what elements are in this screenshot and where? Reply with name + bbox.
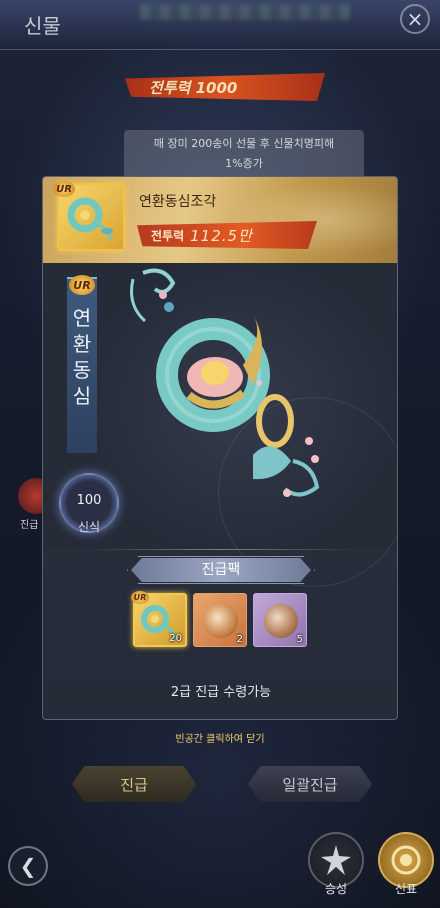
back-button[interactable]: ❮ [8, 846, 48, 886]
back-arrow-icon: ❮ [19, 854, 37, 878]
orange-coin-icon [204, 604, 238, 638]
ticket-label: 신표 [394, 882, 418, 896]
reward-item-fragment[interactable]: UR 20 [131, 591, 187, 647]
reward-count: 5 [296, 634, 303, 645]
level-number: 100 [76, 493, 102, 508]
close-icon: × [406, 7, 424, 31]
side-icon-label: 진급 [20, 520, 39, 531]
vertical-title: 연환동심 [72, 306, 92, 408]
reward-list: UR 20 2 5 [131, 591, 307, 647]
power-label: 전투력 [151, 228, 185, 243]
blurred-username [140, 4, 350, 20]
purple-coin-icon [264, 604, 298, 638]
info-box: 매 장미 200송이 선물 후 신물치명피해 1%증가 [124, 130, 364, 182]
close-button[interactable]: × [400, 4, 430, 34]
star-burst-icon [321, 845, 351, 875]
advance-button[interactable]: 진급 [72, 766, 196, 802]
awaken-label: 승성 [324, 882, 348, 896]
item-name: 연환동심조각 [139, 194, 217, 210]
bulk-advance-button[interactable]: 일괄진급 [248, 766, 372, 802]
ur-rarity-badge: UR [53, 181, 75, 197]
info-text-line2: 1%증가 [225, 157, 263, 170]
item-power-tag: 전투력 112.5만 [137, 221, 317, 249]
emblem-icon [391, 845, 421, 875]
power-value: 112.5만 [190, 226, 253, 245]
close-hint: 빈공간 클릭하여 닫기 [175, 734, 265, 745]
item-detail-modal: UR 연환동심조각 전투력 112.5만 UR 연환동심 100 신식 진급팩 [42, 176, 398, 720]
banner-ur-badge: UR [69, 275, 95, 295]
level-label: 신식 [77, 520, 101, 534]
jade-ring-artifact-icon [130, 268, 320, 497]
section-divider [83, 549, 359, 550]
info-text-line1: 매 장미 200송이 선물 후 신물치명피해 [153, 137, 335, 150]
reward-item-purple-coin[interactable]: 5 [253, 593, 307, 647]
reward-item-orange-coin[interactable]: 2 [193, 593, 247, 647]
claimable-text: 2급 진급 수령가능 [170, 685, 272, 700]
pack-title: 진급팩 [131, 558, 311, 582]
page-title: 신물 [24, 14, 61, 38]
reward-count: 20 [169, 633, 182, 644]
reward-ur-badge: UR [131, 591, 149, 604]
reward-count: 2 [236, 634, 243, 645]
